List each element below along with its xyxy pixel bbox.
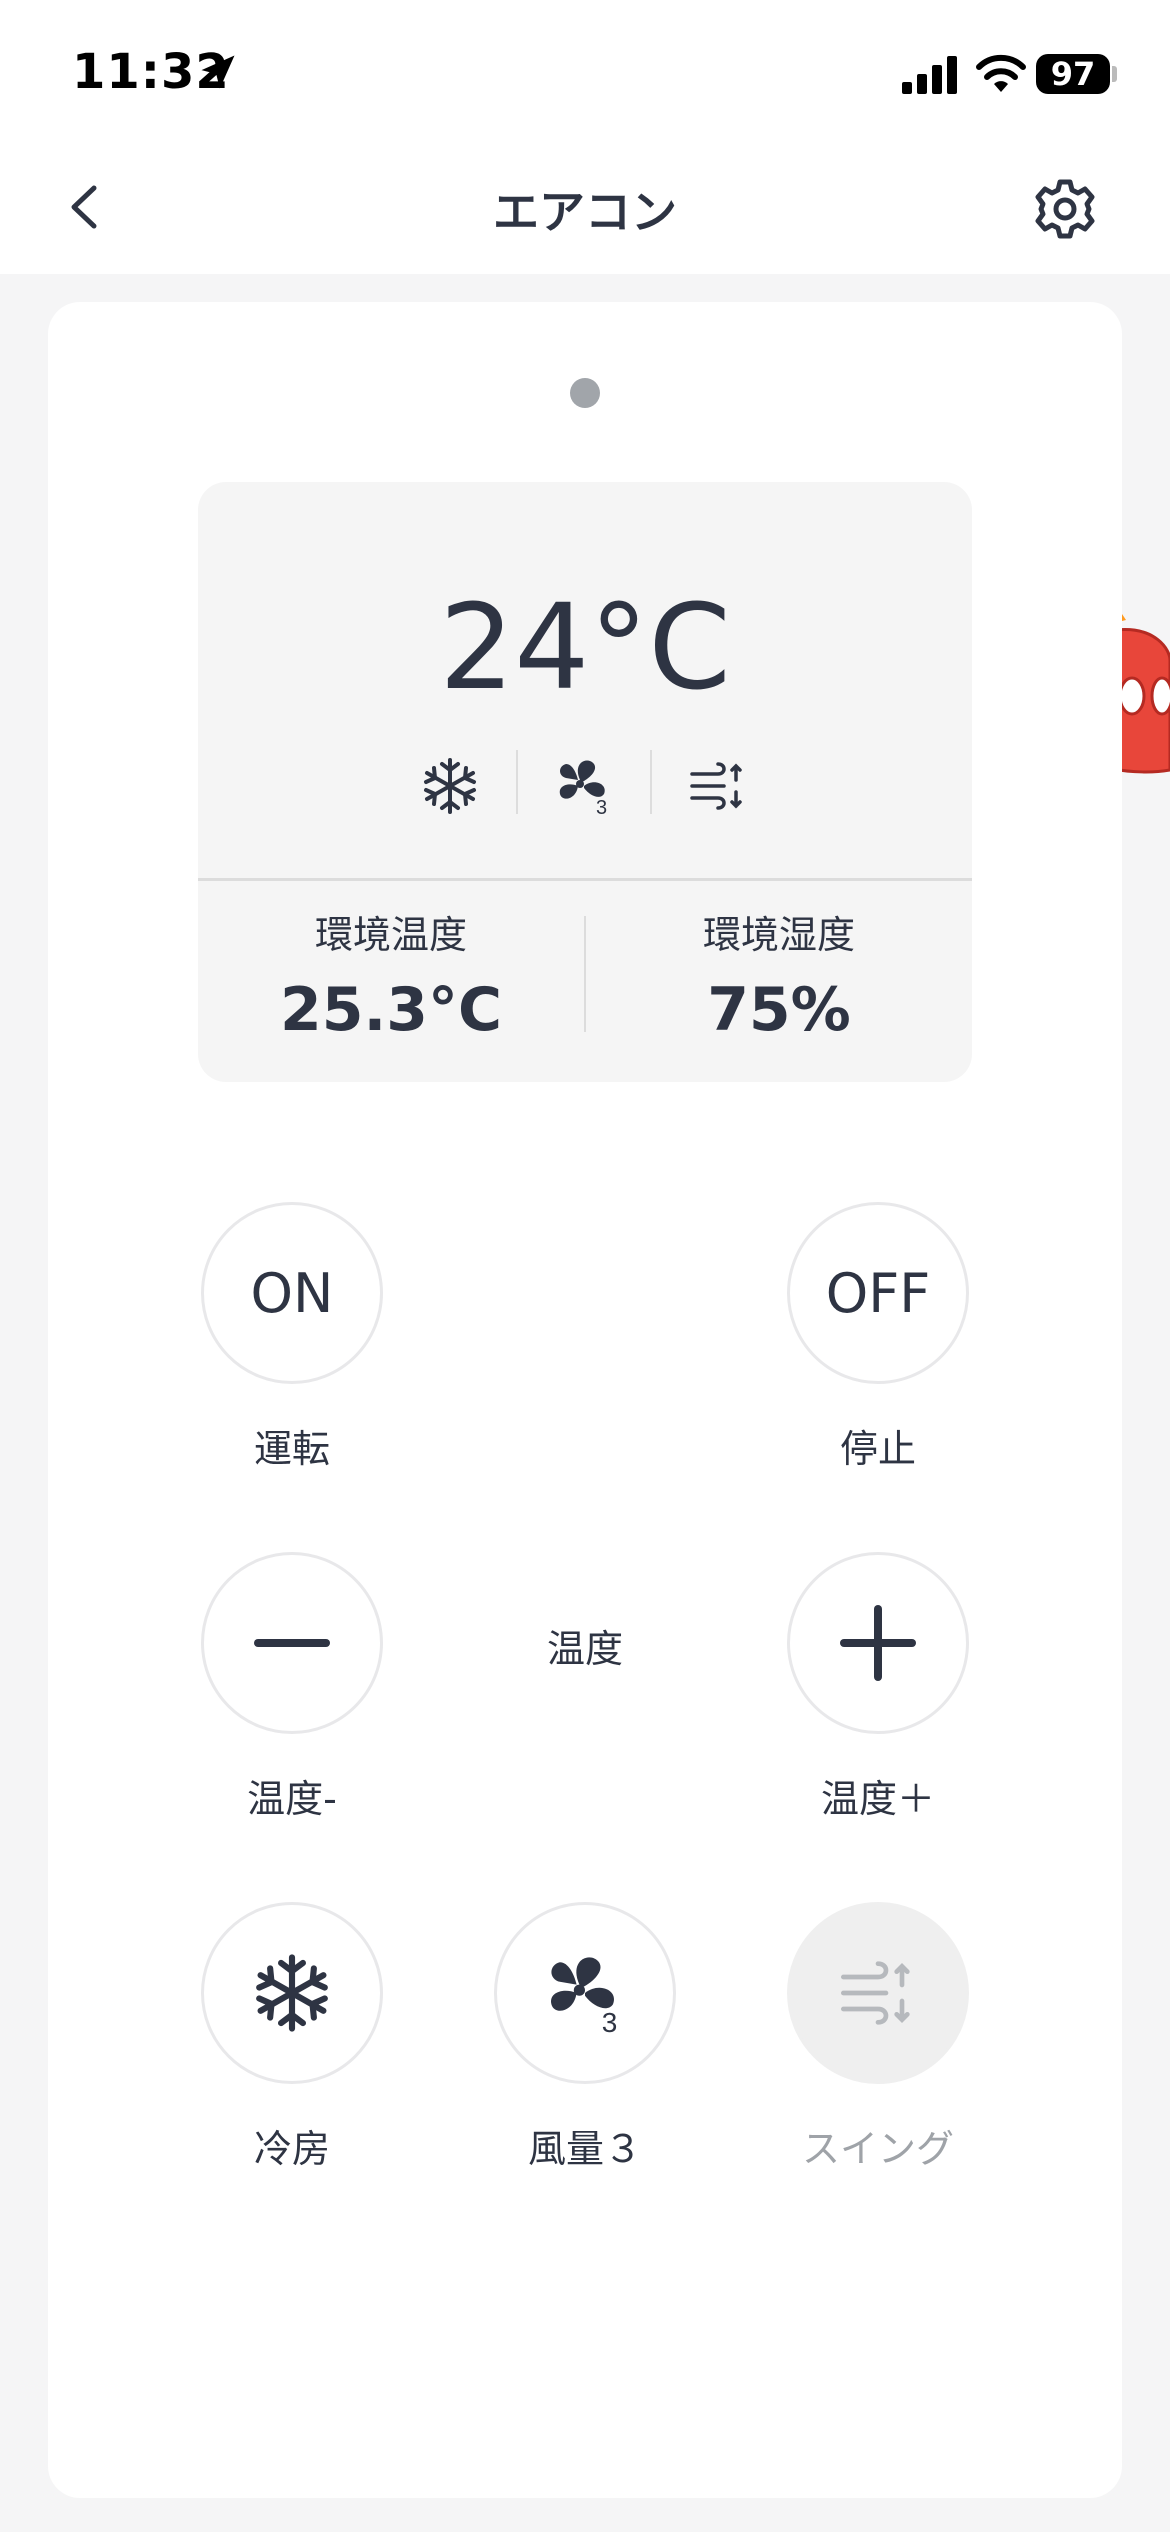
ambient-temp-value: 25.3°C — [279, 975, 503, 1045]
ambient-humidity: 環境湿度 75% — [586, 904, 972, 1045]
fan-speed-3-icon: 3 — [551, 1957, 618, 2035]
svg-text:3: 3 — [596, 797, 607, 816]
cool-mode-label: 冷房 — [253, 2127, 330, 2171]
temp-down-label: 温度- — [247, 1777, 337, 1821]
power-on-button[interactable]: ON — [201, 1202, 383, 1384]
location-arrow-icon — [201, 55, 235, 89]
ambient-temp-label: 環境温度 — [314, 913, 467, 957]
wifi-icon — [976, 54, 1026, 92]
power-off-label: 停止 — [839, 1427, 916, 1471]
power-off-text: OFF — [825, 1261, 931, 1325]
mode-separator — [516, 750, 518, 814]
power-on-label: 運転 — [253, 1427, 330, 1471]
fan-speed-button[interactable]: 3 — [494, 1902, 676, 2084]
ambient-humidity-value: 75% — [707, 975, 851, 1045]
ac-display: 24°C 3 環境温度 25.3°C 環境湿度 75% — [198, 482, 972, 1082]
snowflake-icon — [424, 758, 476, 814]
fan-speed-label: 風量３ — [527, 2127, 642, 2171]
plus-icon — [840, 1605, 916, 1681]
power-on-text: ON — [250, 1261, 334, 1325]
swing-icon — [841, 1961, 910, 2025]
temp-up-button[interactable] — [787, 1552, 969, 1734]
status-indicator-dot — [570, 378, 600, 408]
power-off-button[interactable]: OFF — [787, 1202, 969, 1384]
snowflake-icon — [256, 1954, 328, 2032]
cellular-signal-icon — [902, 56, 957, 94]
fan-speed-3-icon: 3 — [559, 760, 607, 816]
ambient-humidity-label: 環境湿度 — [702, 913, 855, 957]
temp-up-label: 温度＋ — [820, 1777, 935, 1821]
mode-icon-row: 3 — [198, 750, 972, 820]
swing-button[interactable] — [787, 1902, 969, 2084]
battery-indicator: 97 — [1036, 54, 1110, 94]
cool-mode-button[interactable] — [201, 1902, 383, 2084]
gear-icon[interactable] — [1032, 176, 1098, 242]
page-title: エアコン — [493, 185, 677, 239]
status-bar: 11:32 97 — [0, 0, 1170, 140]
nav-bar: エアコン — [0, 140, 1170, 274]
ambient-temperature: 環境温度 25.3°C — [198, 904, 584, 1045]
mode-separator — [650, 750, 652, 814]
set-temperature: 24°C — [439, 578, 731, 716]
temperature-label: 温度 — [546, 1627, 623, 1671]
temp-down-button[interactable] — [201, 1552, 383, 1734]
battery-tip — [1112, 66, 1117, 82]
swing-icon — [690, 762, 742, 810]
display-divider — [198, 878, 972, 881]
remote-panel: 24°C 3 環境温度 25.3°C 環境湿度 75% ON 運転 OFF 停止… — [48, 302, 1122, 2498]
swing-label: スイング — [801, 2127, 954, 2171]
svg-text:3: 3 — [602, 2007, 618, 2035]
minus-icon — [254, 1639, 330, 1647]
